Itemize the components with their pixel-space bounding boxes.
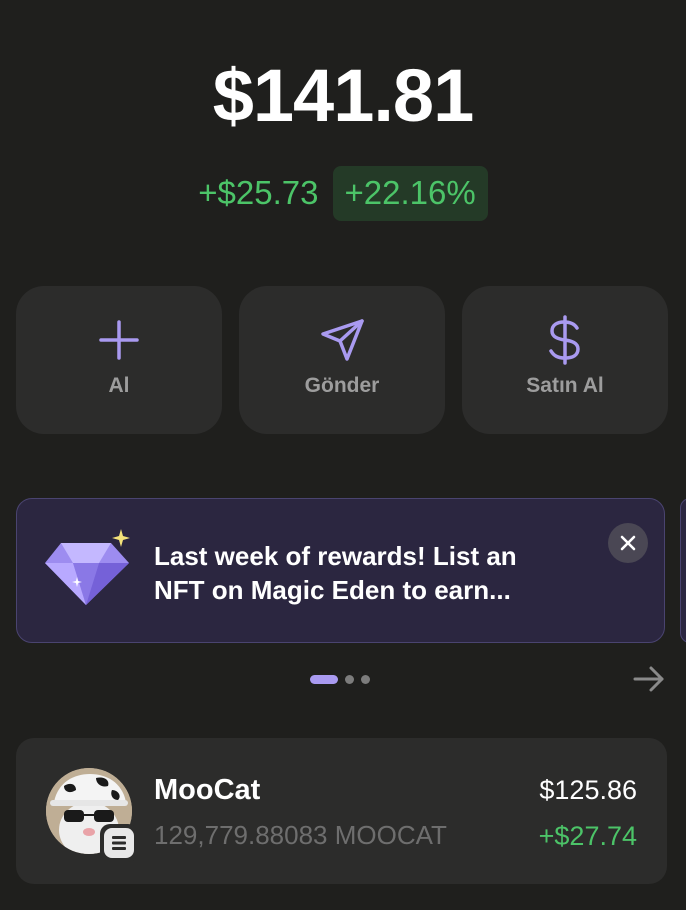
send-icon xyxy=(239,316,445,364)
receive-button[interactable]: Al xyxy=(16,286,222,434)
send-button-label: Gönder xyxy=(304,374,380,397)
carousel-indicator xyxy=(310,674,370,684)
balance-change-row: +$25.73 +22.16% xyxy=(0,164,686,222)
carousel-dot[interactable] xyxy=(345,674,354,684)
solana-icon xyxy=(104,828,134,858)
token-change: +$27.74 xyxy=(538,821,637,851)
diamond-icon xyxy=(43,527,135,614)
carousel-next-button[interactable] xyxy=(632,663,666,700)
chain-badge xyxy=(100,824,138,862)
close-icon xyxy=(620,535,636,551)
close-promo-button[interactable] xyxy=(608,523,648,563)
rewards-promo-banner[interactable]: Last week of rewards! List an NFT on Mag… xyxy=(16,498,665,643)
token-value: $125.86 xyxy=(539,775,637,805)
token-name: MooCat xyxy=(154,774,261,806)
plus-icon xyxy=(16,316,222,364)
wallet-balance: $141.81 xyxy=(212,54,475,137)
dollar-icon xyxy=(462,315,668,365)
next-promo-card-peek[interactable] xyxy=(680,498,686,643)
receive-button-label: Al xyxy=(108,374,130,397)
quick-actions: Al Gönder Satın Al xyxy=(16,286,668,434)
arrow-right-icon xyxy=(633,666,664,692)
carousel-dot-active[interactable] xyxy=(310,674,338,684)
buy-button[interactable]: Satın Al xyxy=(462,286,668,434)
token-amount: 129,779.88083 MOOCAT xyxy=(154,820,447,850)
buy-button-label: Satın Al xyxy=(526,374,604,397)
balance-change-amount: +$25.73 xyxy=(198,174,319,211)
promo-message: Last week of rewards! List an NFT on Mag… xyxy=(154,541,517,605)
carousel-dot[interactable] xyxy=(361,674,370,684)
balance-change-percent-badge: +22.16% xyxy=(332,165,488,221)
send-button[interactable]: Gönder xyxy=(239,286,445,434)
token-row-moocat[interactable]: MooCat 129,779.88083 MOOCAT $125.86 +$27… xyxy=(16,738,667,884)
